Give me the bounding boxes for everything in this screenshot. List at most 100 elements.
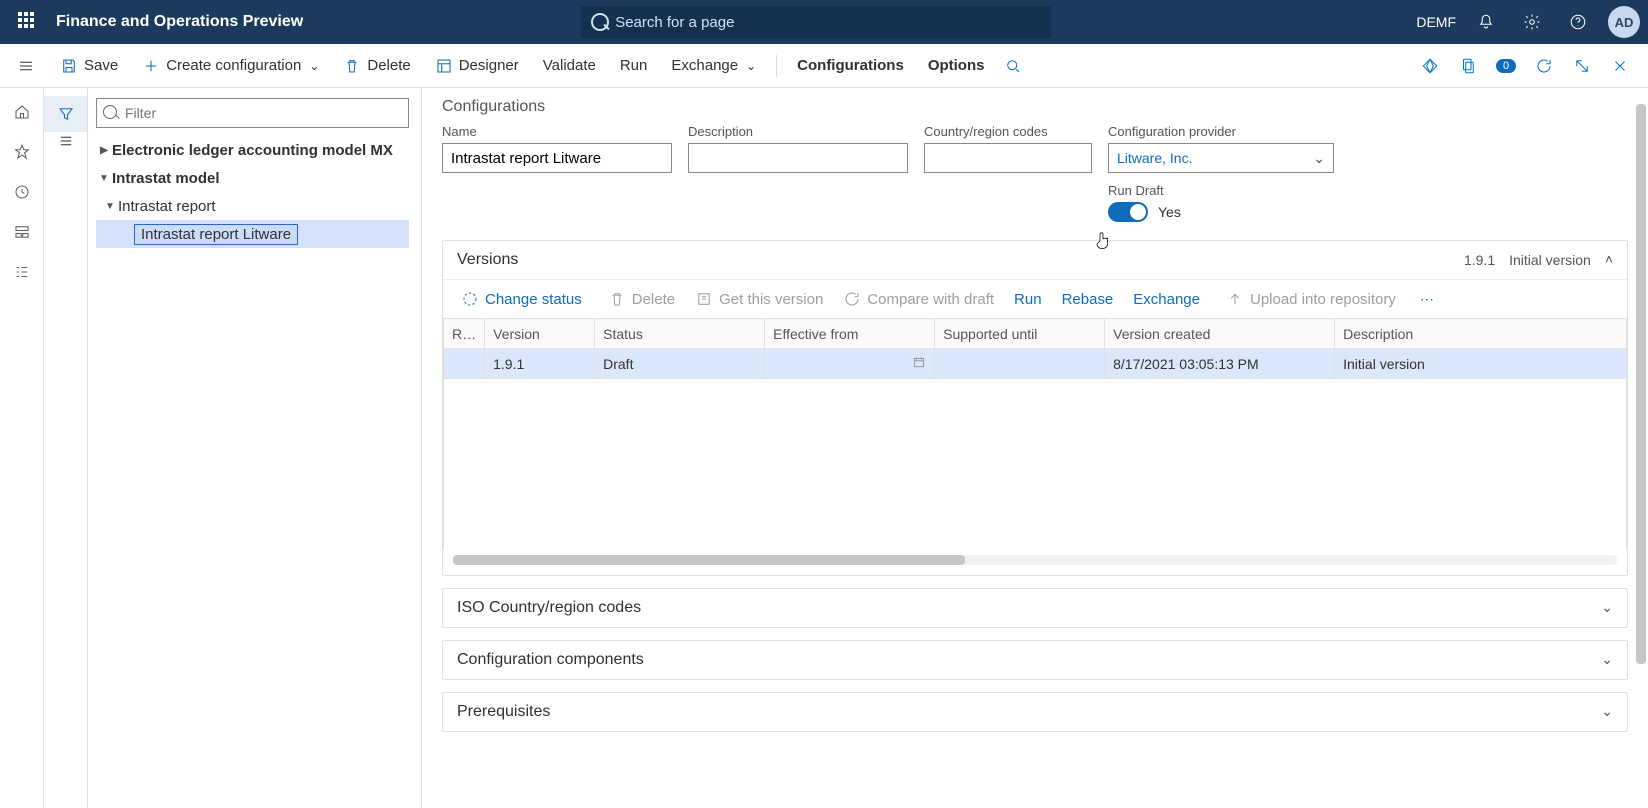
designer-label: Designer <box>459 57 519 74</box>
exchange-button[interactable]: Exchange <box>661 48 766 84</box>
prereq-header[interactable]: Prerequisites <box>443 693 1627 731</box>
prereq-title: Prerequisites <box>457 703 1601 721</box>
validate-button[interactable]: Validate <box>533 48 606 84</box>
versions-header[interactable]: Versions 1.9.1 Initial version <box>443 241 1627 279</box>
country-input[interactable] <box>924 143 1092 173</box>
cell-version-created[interactable]: 8/17/2021 03:05:13 PM <box>1105 349 1335 379</box>
components-header[interactable]: Configuration components <box>443 641 1627 679</box>
favorites-icon[interactable] <box>0 132 43 172</box>
cell-supported-until[interactable] <box>935 349 1105 379</box>
calendar-icon[interactable] <box>912 355 926 372</box>
options-tab[interactable]: Options <box>918 48 995 84</box>
rebase-button[interactable]: Rebase <box>1054 287 1122 312</box>
iso-header[interactable]: ISO Country/region codes <box>443 589 1627 627</box>
refresh-icon[interactable] <box>1530 52 1558 80</box>
run-draft-value: Yes <box>1158 204 1181 220</box>
chevron-down-icon[interactable] <box>1601 651 1613 669</box>
attach-icon[interactable] <box>1454 52 1482 80</box>
modules-icon[interactable] <box>0 252 43 292</box>
col-effective-from[interactable]: Effective from <box>765 319 935 349</box>
more-icon[interactable]: ⋯ <box>1420 291 1436 308</box>
delete-button[interactable]: Delete <box>333 48 420 84</box>
home-icon[interactable] <box>0 92 43 132</box>
country-label: Country/region codes <box>924 124 1092 139</box>
caret-right-icon[interactable] <box>96 145 112 156</box>
search-button[interactable] <box>998 48 1028 84</box>
badge-icon[interactable]: 0 <box>1492 52 1520 80</box>
save-button[interactable]: Save <box>50 48 128 84</box>
command-bar-right: 0 <box>1416 52 1642 80</box>
diamond-icon[interactable] <box>1416 52 1444 80</box>
get-version-label: Get this version <box>719 291 823 308</box>
run-label: Run <box>620 57 648 74</box>
avatar[interactable]: AD <box>1608 6 1640 38</box>
grid-header-row: R… Version Status Effective from Support… <box>444 319 1627 349</box>
cell-status[interactable]: Draft <box>595 349 765 379</box>
form-row: Name Description Country/region codes Co… <box>442 124 1628 222</box>
caret-down-icon[interactable] <box>96 173 112 184</box>
tree-label: Intrastat report <box>118 198 216 215</box>
versions-meta-version: 1.9.1 <box>1464 252 1495 268</box>
company-code[interactable]: DEMF <box>1416 14 1456 30</box>
tree-item-ledger-mx[interactable]: Electronic ledger accounting model MX <box>96 136 409 164</box>
global-search-input[interactable] <box>581 6 1051 38</box>
main-layout: Electronic ledger accounting model MX In… <box>0 88 1648 808</box>
tree-item-intrastat-report-litware[interactable]: Intrastat report Litware <box>96 220 409 248</box>
version-exchange-button[interactable]: Exchange <box>1125 287 1214 312</box>
tree-item-intrastat-report[interactable]: Intrastat report <box>96 192 409 220</box>
versions-section: Versions 1.9.1 Initial version Change st… <box>442 240 1628 576</box>
chevron-down-icon[interactable] <box>1601 599 1613 617</box>
name-input[interactable] <box>442 143 672 173</box>
run-draft-field: Run Draft Yes <box>1108 183 1334 222</box>
badge-count: 0 <box>1496 59 1516 73</box>
cell-r[interactable] <box>444 349 485 379</box>
horizontal-scrollbar[interactable] <box>453 555 1617 565</box>
nav-toggle-icon[interactable] <box>6 44 46 88</box>
run-draft-toggle[interactable] <box>1108 202 1148 222</box>
chevron-down-icon[interactable] <box>1601 703 1613 721</box>
run-draft-label: Run Draft <box>1108 183 1334 198</box>
designer-button[interactable]: Designer <box>425 48 529 84</box>
filter-input[interactable] <box>96 98 409 128</box>
col-description[interactable]: Description <box>1335 319 1627 349</box>
vertical-scrollbar[interactable] <box>1636 104 1646 664</box>
create-config-label: Create configuration <box>166 57 301 74</box>
run-draft-toggle-wrap: Yes <box>1108 202 1334 222</box>
configurations-label: Configurations <box>797 57 904 74</box>
col-r[interactable]: R… <box>444 319 485 349</box>
notifications-icon[interactable] <box>1470 6 1502 38</box>
provider-select[interactable]: Litware, Inc. <box>1108 143 1334 173</box>
options-label: Options <box>928 57 985 74</box>
col-status[interactable]: Status <box>595 319 765 349</box>
col-version[interactable]: Version <box>485 319 595 349</box>
configurations-tab[interactable]: Configurations <box>787 48 914 84</box>
col-version-created[interactable]: Version created <box>1105 319 1335 349</box>
create-configuration-button[interactable]: Create configuration <box>132 48 329 84</box>
tree-item-intrastat-model[interactable]: Intrastat model <box>96 164 409 192</box>
col-supported-until[interactable]: Supported until <box>935 319 1105 349</box>
app-launcher-icon[interactable] <box>18 12 38 32</box>
open-new-icon[interactable] <box>1568 52 1596 80</box>
gear-icon[interactable] <box>1516 6 1548 38</box>
run-button[interactable]: Run <box>610 48 658 84</box>
version-run-button[interactable]: Run <box>1006 287 1050 312</box>
description-input[interactable] <box>688 143 908 173</box>
workspaces-icon[interactable] <box>0 212 43 252</box>
cell-description[interactable]: Initial version <box>1335 349 1627 379</box>
close-icon[interactable] <box>1606 52 1634 80</box>
change-status-button[interactable]: Change status <box>453 286 596 312</box>
cell-effective-from[interactable] <box>765 349 935 379</box>
caret-down-icon[interactable] <box>102 201 118 212</box>
filter-icon[interactable] <box>44 96 87 132</box>
recent-icon[interactable] <box>0 172 43 212</box>
app-bar: Finance and Operations Preview DEMF AD <box>0 0 1648 44</box>
name-label: Name <box>442 124 672 139</box>
help-icon[interactable] <box>1562 6 1594 38</box>
list-view-icon[interactable] <box>57 132 75 172</box>
cell-version[interactable]: 1.9.1 <box>485 349 595 379</box>
table-row[interactable]: 1.9.1 Draft 8/17/2021 03:05:13 PM Initia… <box>444 349 1627 379</box>
get-version-button: Get this version <box>687 286 831 312</box>
chevron-up-icon[interactable] <box>1605 251 1613 269</box>
version-run-label: Run <box>1014 291 1042 308</box>
validate-label: Validate <box>543 57 596 74</box>
